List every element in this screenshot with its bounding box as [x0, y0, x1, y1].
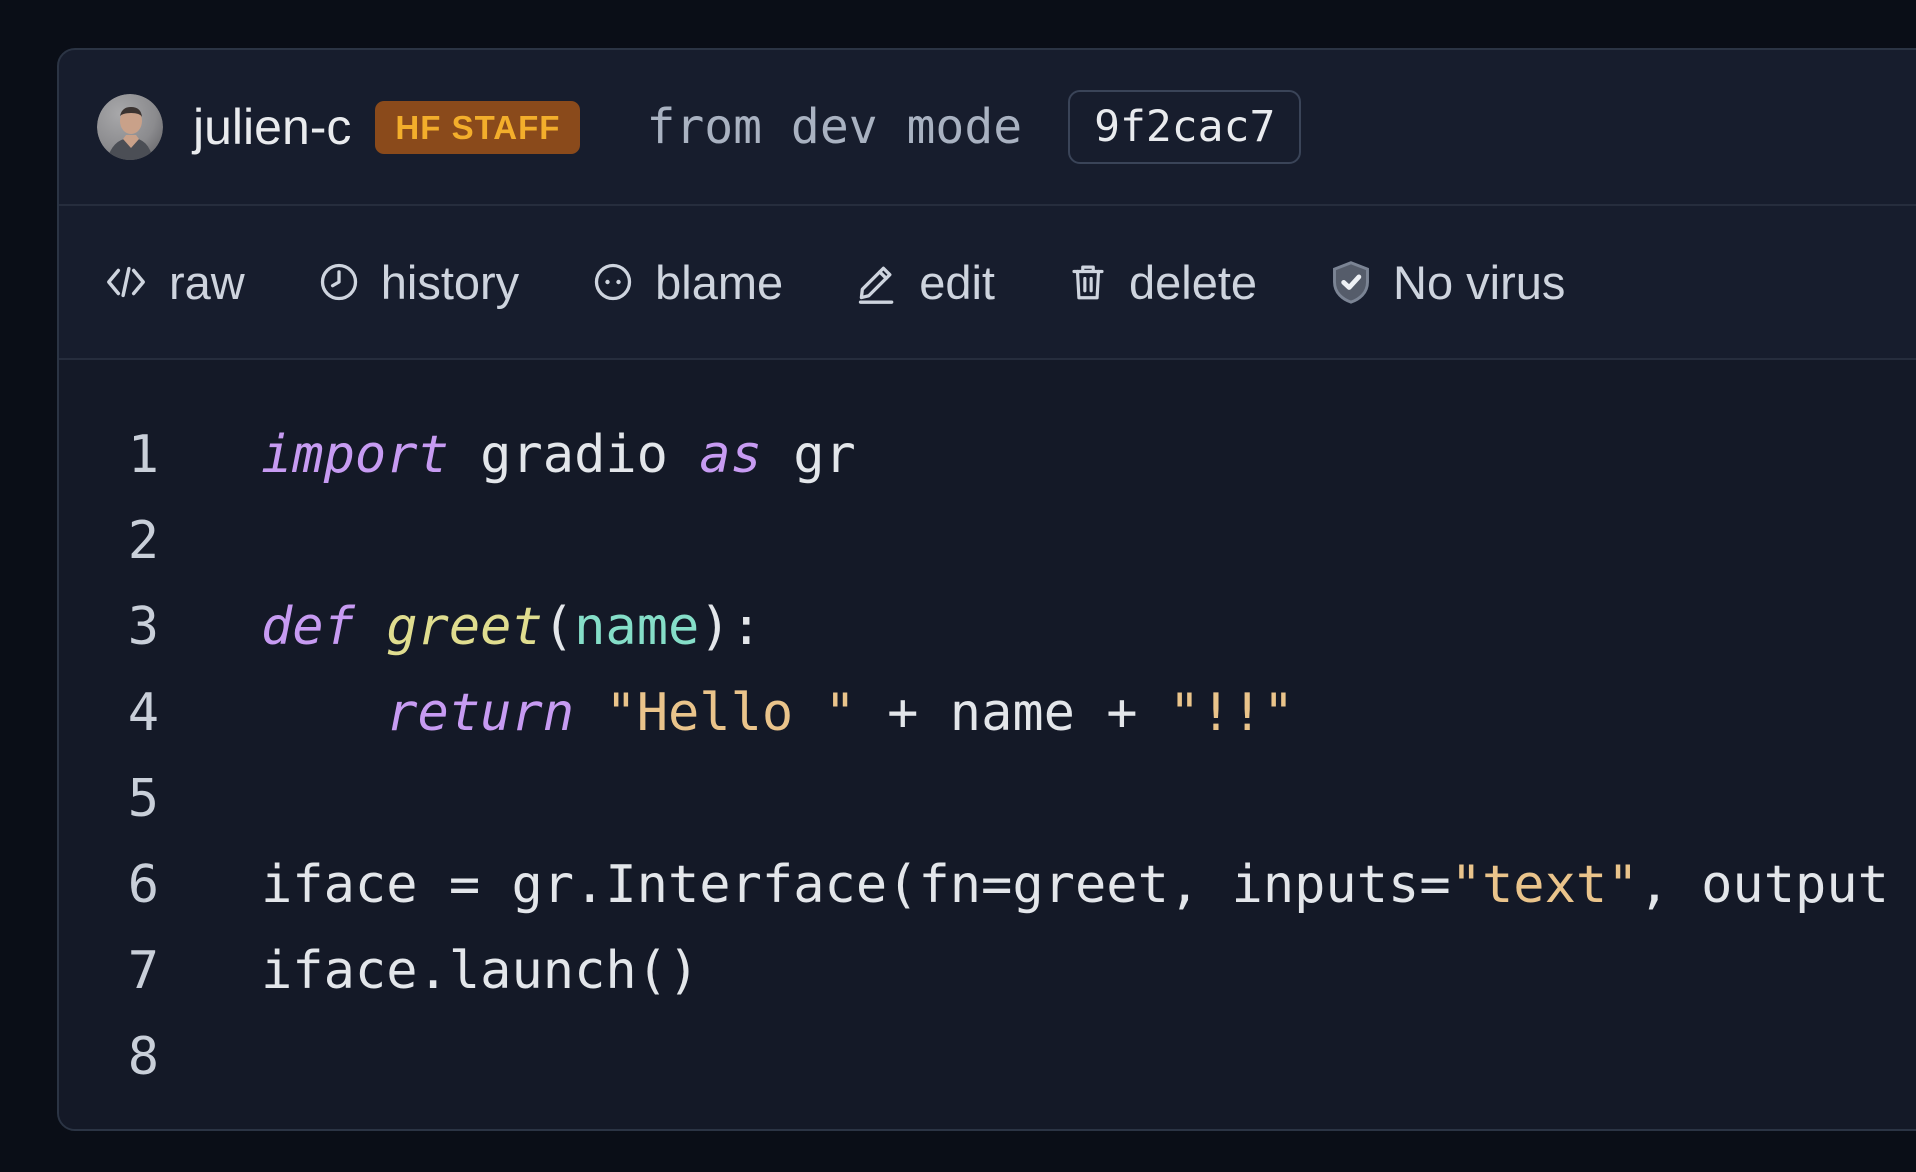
code-line: 5: [59, 756, 1916, 842]
toolbar-item-history[interactable]: history: [317, 259, 519, 306]
code-line-text: def greet(name):: [261, 584, 762, 670]
line-number[interactable]: 1: [59, 412, 159, 498]
code-line-text: iface.launch(): [261, 928, 699, 1014]
commit-hash[interactable]: 9f2cac7: [1068, 90, 1301, 164]
pencil-icon: [855, 260, 899, 304]
hf-staff-badge: HF STAFF: [375, 101, 580, 154]
trash-icon: [1067, 259, 1109, 305]
author-username[interactable]: julien-c: [193, 98, 351, 156]
code-line: 8: [59, 1014, 1916, 1100]
toolbar-item-label: blame: [655, 259, 783, 306]
code-line-text: iface = gr.Interface(fn=greet, inputs="t…: [261, 842, 1889, 928]
toolbar-item-delete[interactable]: delete: [1067, 259, 1257, 306]
avatar-image: [97, 94, 163, 160]
file-toolbar: raw history blame edit delete No virus: [59, 206, 1916, 360]
toolbar-item-edit[interactable]: edit: [855, 259, 995, 306]
avatar[interactable]: [97, 94, 163, 160]
toolbar-item-no-virus[interactable]: No virus: [1329, 258, 1565, 306]
code-line: 1 import gradio as gr: [59, 412, 1916, 498]
line-number[interactable]: 3: [59, 584, 159, 670]
line-number[interactable]: 2: [59, 498, 159, 584]
shield-check-icon: [1329, 258, 1373, 306]
code-line: 3 def greet(name):: [59, 584, 1916, 670]
code-line: 2: [59, 498, 1916, 584]
commit-message: from dev mode: [646, 99, 1022, 155]
file-viewer-panel: julien-c HF STAFF from dev mode 9f2cac7 …: [57, 48, 1916, 1131]
commit-header: julien-c HF STAFF from dev mode 9f2cac7: [59, 50, 1916, 206]
line-number[interactable]: 8: [59, 1014, 159, 1100]
line-number[interactable]: 4: [59, 670, 159, 756]
code-line: 6 iface = gr.Interface(fn=greet, inputs="…: [59, 842, 1916, 928]
code-icon: [103, 259, 149, 305]
line-number[interactable]: 5: [59, 756, 159, 842]
line-number[interactable]: 7: [59, 928, 159, 1014]
toolbar-item-label: edit: [919, 259, 995, 306]
clock-icon: [317, 260, 361, 304]
code-viewer: 1 import gradio as gr 23 def greet(name):4 …: [59, 360, 1916, 1131]
code-line: 7 iface.launch(): [59, 928, 1916, 1014]
toolbar-item-label: history: [381, 259, 519, 306]
smiley-icon: [591, 260, 635, 304]
toolbar-item-label: raw: [169, 259, 245, 306]
toolbar-item-label: No virus: [1393, 259, 1565, 306]
toolbar-item-label: delete: [1129, 259, 1257, 306]
line-number[interactable]: 6: [59, 842, 159, 928]
code-line-text: return "Hello " + name + "!!": [261, 670, 1294, 756]
code-line: 4 return "Hello " + name + "!!": [59, 670, 1916, 756]
code-line-text: import gradio as gr: [261, 412, 856, 498]
toolbar-item-raw[interactable]: raw: [103, 259, 245, 306]
toolbar-item-blame[interactable]: blame: [591, 259, 783, 306]
